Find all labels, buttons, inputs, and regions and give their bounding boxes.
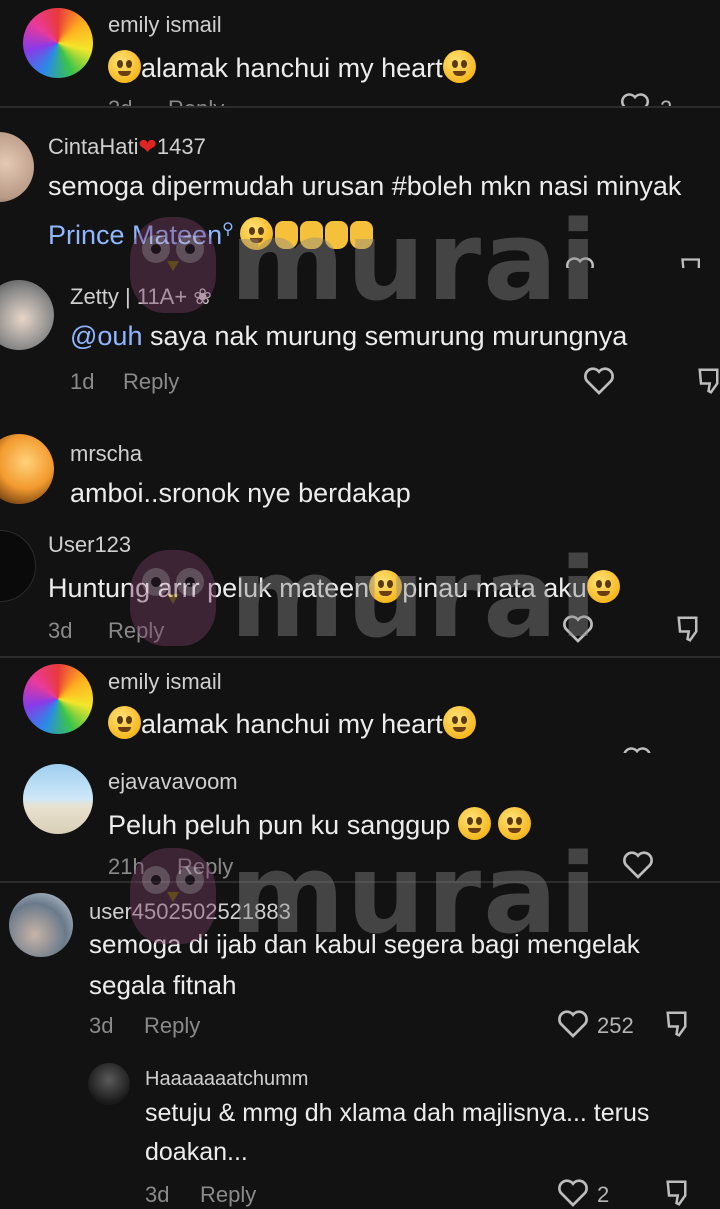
heart-icon[interactable] <box>557 1009 589 1039</box>
timestamp: 3d <box>145 1182 170 1207</box>
comment-text: Peluh peluh pun ku sanggup <box>108 804 532 847</box>
timestamp: 21h <box>108 854 145 879</box>
comment-zetty: Zetty | 11A+ ❀ @ouh saya nak murung semu… <box>0 268 720 414</box>
hands-emoji-icon <box>349 221 373 249</box>
reply-button[interactable]: Reply <box>177 854 233 880</box>
comment-text: Huntung arrr peluk mateen pinau mata aku <box>48 567 620 610</box>
hand-over-mouth-emoji-icon <box>457 807 491 840</box>
heart-icon[interactable] <box>557 1178 589 1208</box>
comment-emily-1: emily ismail alamak hanchui my heart 3d … <box>0 0 720 107</box>
avatar[interactable] <box>0 530 36 602</box>
timestamp: 1d <box>70 369 95 394</box>
dislike-icon[interactable] <box>664 1009 694 1039</box>
hands-emoji-icon <box>299 221 323 249</box>
reply-button[interactable]: Reply <box>123 369 179 395</box>
sweat-smile-emoji-icon <box>442 50 476 83</box>
avatar[interactable] <box>0 280 54 350</box>
comment-text: alamak hanchui my heart <box>108 47 476 90</box>
username[interactable]: Haaaaaaatchumm <box>145 1068 308 1091</box>
comment-text: @ouh saya nak murung semurung murungnya <box>70 321 628 351</box>
heart-icon[interactable] <box>583 366 615 396</box>
comment-text: alamak hanchui my heart <box>108 703 476 746</box>
heart-icon[interactable] <box>562 614 594 644</box>
dislike-icon[interactable] <box>678 256 708 268</box>
comment-user4502: user4502502521883 semoga di ijab dan kab… <box>0 883 720 1209</box>
timestamp: 3d <box>89 1013 114 1038</box>
sweat-smile-emoji-icon <box>442 706 476 739</box>
comment-text: semoga di ijab dan kabul segera bagi men… <box>89 929 640 1000</box>
mention-link[interactable]: Prince Mateen <box>48 220 222 250</box>
heart-icon[interactable] <box>622 850 654 880</box>
avatar[interactable] <box>23 664 93 734</box>
search-icon: ⚲ <box>222 221 234 238</box>
username[interactable]: ejavavavoom <box>108 769 238 795</box>
mention-link[interactable]: @ouh <box>70 321 142 351</box>
username[interactable]: user4502502521883 <box>89 899 291 925</box>
hands-emoji-icon <box>324 221 348 249</box>
crying-emoji-icon <box>586 570 620 603</box>
like-count: 2 <box>597 1182 610 1207</box>
dislike-icon[interactable] <box>696 366 720 396</box>
comment-ejavavavoom: ejavavavoom Peluh peluh pun ku sanggup 2… <box>0 753 720 883</box>
avatar[interactable] <box>0 434 54 504</box>
dove-emoji-icon: ❀ <box>193 284 212 309</box>
smiling-hearts-emoji-icon <box>239 217 273 250</box>
comment-text: semoga dipermudah urusan #boleh mkn nasi… <box>48 171 682 250</box>
comment-cintahati: CintaHati❤1437 semoga dipermudah urusan … <box>0 108 720 268</box>
username[interactable]: emily ismail <box>108 669 222 695</box>
hands-emoji-icon <box>274 221 298 249</box>
comment-user123: User123 Huntung arrr peluk mateen pinau m… <box>0 515 720 657</box>
heart-icon[interactable] <box>565 256 595 268</box>
reply-button[interactable]: Reply <box>108 618 164 644</box>
avatar[interactable] <box>23 8 93 78</box>
username[interactable]: emily ismail <box>108 12 222 38</box>
weary-emoji-icon <box>369 570 403 603</box>
comment-emily-2: emily ismail alamak hanchui my heart <box>0 658 720 753</box>
hand-over-mouth-emoji-icon <box>498 807 532 840</box>
like-count: 252 <box>597 1013 634 1038</box>
avatar[interactable] <box>0 132 34 202</box>
heart-icon[interactable] <box>622 746 652 753</box>
dislike-icon[interactable] <box>664 1178 694 1208</box>
username[interactable]: CintaHati❤1437 <box>48 134 206 160</box>
timestamp: 3d <box>48 618 73 643</box>
avatar[interactable] <box>9 893 73 957</box>
reply-button[interactable]: Reply <box>144 1013 200 1039</box>
avatar[interactable] <box>23 764 93 834</box>
comment-mrscha: mrscha amboi..sronok nye berdakap <box>0 414 720 515</box>
pleading-emoji-icon <box>108 50 141 83</box>
red-heart-icon: ❤ <box>138 134 157 159</box>
username[interactable]: mrscha <box>70 441 142 467</box>
avatar[interactable] <box>88 1063 130 1105</box>
dislike-icon[interactable] <box>675 614 705 644</box>
comment-text: amboi..sronok nye berdakap <box>70 478 411 508</box>
reply-button[interactable]: Reply <box>200 1182 256 1208</box>
username[interactable]: Zetty | 11A+ ❀ <box>70 284 212 310</box>
pleading-emoji-icon <box>108 706 141 739</box>
comment-text: setuju & mmg dh xlama dah majlisnya... t… <box>145 1099 650 1166</box>
username[interactable]: User123 <box>48 532 131 558</box>
heart-icon[interactable] <box>620 92 650 107</box>
